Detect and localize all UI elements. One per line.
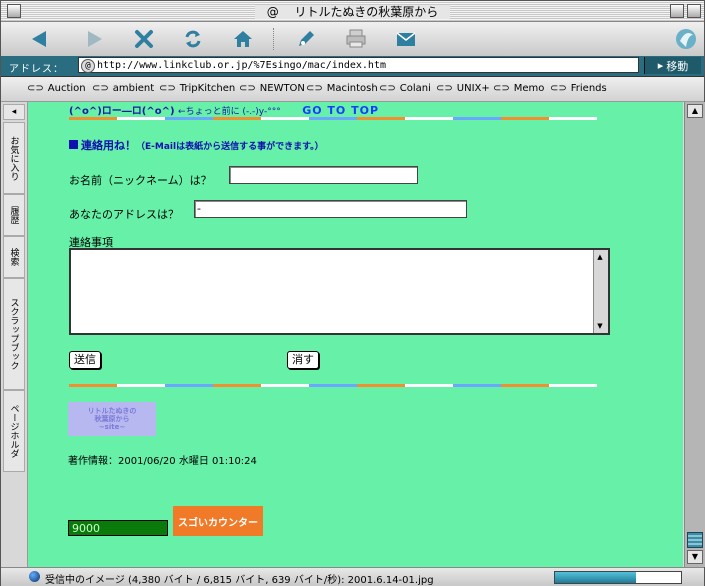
address-label: あなたのアドレスは？ — [69, 208, 179, 221]
nav-line: (^o^)ロー―ロ(^o^) ←ちょっと前に (-.-)y-°°° GO TO … — [69, 102, 379, 117]
back-button[interactable] — [27, 26, 53, 52]
scroll-down-button[interactable]: ▼ — [687, 550, 703, 564]
browser-window: @ リトルたぬきの秋葉原から アドレス： @ http://www.linkcl… — [0, 0, 705, 586]
globe-icon — [29, 571, 40, 582]
folder-icon: ⊂⊃ — [27, 83, 44, 94]
home-button[interactable] — [230, 26, 256, 52]
down-arrow-icon: ▼ — [691, 552, 699, 561]
stop-x-icon — [135, 30, 153, 48]
folder-icon: ⊂⊃ — [550, 83, 567, 94]
refresh-button[interactable] — [180, 26, 206, 52]
page-proxy-icon[interactable]: @ — [81, 59, 95, 73]
goto-top-link[interactable]: GO TO TOP — [302, 104, 379, 117]
url-text: http://www.linkclub.or.jp/%7Esingo/mac/i… — [97, 60, 386, 71]
divider-rule — [69, 384, 597, 387]
favorite-item[interactable]: ⊂⊃ NEWTON — [239, 83, 305, 94]
favorite-item[interactable]: ⊂⊃ Auction — [27, 83, 86, 94]
name-input[interactable] — [229, 166, 418, 184]
access-counter: 9000 — [68, 520, 168, 536]
submit-button[interactable]: 送信 — [69, 351, 101, 369]
edit-pen-icon — [299, 31, 314, 46]
edit-button[interactable] — [293, 26, 319, 52]
toolbar-separator — [273, 28, 274, 50]
print-icon — [346, 29, 366, 48]
folder-icon: ⊂⊃ — [92, 83, 109, 94]
url-input[interactable]: @ http://www.linkclub.or.jp/%7Esingo/mac… — [78, 57, 639, 73]
scroll-up-icon[interactable]: ▲ — [595, 252, 605, 262]
nav-hint: ←ちょっと前に (-.-)y-°°° — [178, 107, 281, 117]
throbber-logo — [673, 26, 699, 52]
refresh-icon — [185, 30, 201, 48]
tab-search[interactable]: 検索 — [3, 236, 25, 278]
favorite-item[interactable]: ⊂⊃ Friends — [550, 83, 607, 94]
collapse-box-button[interactable] — [687, 4, 701, 18]
update-info: 著作情報：2001/06/20 水曜日 01:10:24 — [68, 456, 257, 467]
divider-rule — [69, 117, 597, 120]
address-label: アドレス： — [9, 64, 64, 75]
title-icon: @ — [260, 5, 285, 19]
square-bullet-icon — [69, 140, 78, 149]
title-bar[interactable]: @ リトルたぬきの秋葉原から — [1, 1, 704, 22]
favorite-item[interactable]: ⊂⊃ Memo — [493, 83, 544, 94]
go-arrow-icon: ▸ — [657, 59, 664, 72]
email-input[interactable]: - — [194, 200, 467, 218]
heading-note: （E-Mailは表紙から送信する事ができます。） — [136, 142, 324, 152]
folder-icon: ⊂⊃ — [306, 83, 323, 94]
tab-scrapbook[interactable]: スクラップブック — [3, 278, 25, 390]
home-icon — [234, 31, 252, 47]
name-label: お名前（ニックネーム）は？ — [69, 174, 212, 187]
mail-button[interactable] — [393, 26, 419, 52]
progress-fill — [555, 572, 636, 583]
folder-icon: ⊂⊃ — [493, 83, 510, 94]
forward-arrow-icon — [88, 31, 102, 47]
textarea-scrollbar[interactable]: ▲ ▼ — [593, 250, 608, 333]
favorite-item[interactable]: ⊂⊃ Macintosh — [306, 83, 378, 94]
tab-page-holder[interactable]: ページホルダ — [3, 390, 25, 472]
window-scrollbar[interactable]: ▲ ▼ — [684, 102, 705, 567]
page-content: (^o^)ロー―ロ(^o^) ←ちょっと前に (-.-)y-°°° GO TO … — [28, 102, 683, 567]
message-textarea[interactable]: ▲ ▼ — [69, 248, 610, 335]
scroll-up-button[interactable]: ▲ — [687, 104, 703, 118]
tab-history[interactable]: 履歴 — [3, 194, 25, 236]
print-button[interactable] — [343, 26, 369, 52]
zoom-box-button[interactable] — [670, 4, 684, 18]
favorite-item[interactable]: ⊂⊃ Colani — [379, 83, 431, 94]
address-bar: アドレス： @ http://www.linkclub.or.jp/%7Esin… — [1, 56, 704, 77]
site-logo[interactable]: リトルたぬきの 秋葉原から ~site~ — [68, 402, 156, 436]
up-arrow-icon: ▲ — [691, 106, 699, 115]
browser-logo-icon — [676, 29, 696, 49]
explorer-sidebar: ◂ お気に入り 履歴 検索 スクラップブック ページホルダ — [1, 102, 28, 567]
counter-logo[interactable]: スゴいカウンター — [173, 506, 263, 536]
reset-button[interactable]: 消す — [287, 351, 319, 369]
favorite-item[interactable]: ⊂⊃ ambient — [92, 83, 154, 94]
sidebar-toggle-icon: ◂ — [9, 107, 19, 117]
forward-button[interactable] — [81, 26, 107, 52]
folder-icon: ⊂⊃ — [159, 83, 176, 94]
folder-icon: ⊂⊃ — [436, 83, 453, 94]
nav-face-link[interactable]: (^o^)ロー―ロ(^o^) — [69, 106, 175, 117]
toolbar — [1, 22, 704, 57]
favorites-bar: ⊂⊃ Auction ⊂⊃ ambient ⊂⊃ TripKitchen ⊂⊃ NEWT… — [1, 77, 704, 102]
folder-icon: ⊂⊃ — [379, 83, 396, 94]
status-bar: 受信中のイメージ (4,380 バイト / 6,815 バイト, 639 バイト… — [1, 567, 704, 586]
favorite-item[interactable]: ⊂⊃ TripKitchen — [159, 83, 235, 94]
go-label: 移動 — [666, 59, 689, 73]
stop-button[interactable] — [131, 26, 157, 52]
status-text: 受信中のイメージ (4,380 バイト / 6,815 バイト, 639 バイト… — [45, 575, 434, 586]
mail-icon — [396, 32, 416, 46]
back-arrow-icon — [32, 31, 46, 47]
window-title: リトルたぬきの秋葉原から — [288, 5, 445, 19]
scroll-thumb[interactable] — [687, 532, 703, 548]
section-heading: 連絡用ね！（E-Mailは表紙から送信する事ができます。） — [69, 137, 324, 153]
go-button[interactable]: ▸ 移動 — [644, 57, 701, 74]
folder-icon: ⊂⊃ — [239, 83, 256, 94]
progress-bar — [554, 571, 682, 584]
tab-favorites[interactable]: お気に入り — [3, 122, 25, 194]
scroll-down-icon[interactable]: ▼ — [595, 321, 605, 331]
favorite-item[interactable]: ⊂⊃ UNIX+ — [436, 83, 490, 94]
sidebar-toggle[interactable]: ◂ — [3, 104, 25, 120]
